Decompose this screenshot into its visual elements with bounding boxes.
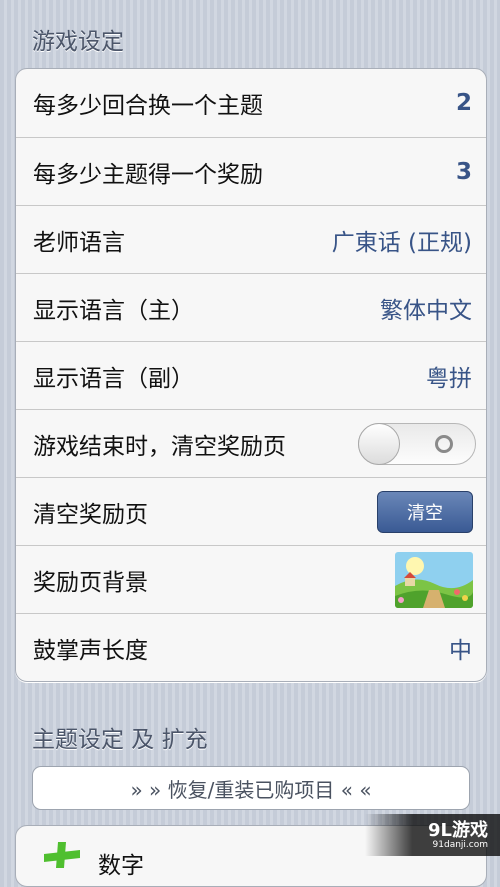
display-language-primary-row[interactable]: 显示语言（主） 繁体中文: [16, 273, 486, 341]
row-value: 繁体中文: [380, 297, 472, 324]
game-settings-group: 每多少回合换一个主题 2 每多少主题得一个奖励 3 老师语言 广東话 (正规) …: [15, 68, 487, 682]
watermark-logo: 9L游戏: [428, 820, 488, 841]
row-value: 广東话 (正规): [331, 229, 472, 256]
row-label: 奖励页背景: [33, 569, 148, 596]
restore-purchases-button[interactable]: » » 恢复/重装已购项目 « «: [32, 766, 470, 810]
clear-rewards-toggle[interactable]: [358, 422, 476, 465]
row-label: 鼓掌声长度: [33, 637, 148, 664]
row-label: 清空奖励页: [33, 501, 148, 528]
game-settings-title: 游戏设定: [32, 29, 124, 55]
rounds-per-topic-row[interactable]: 每多少回合换一个主题 2: [16, 69, 486, 137]
number-topic-icon: [44, 842, 80, 868]
reward-background-thumbnail[interactable]: [395, 551, 473, 608]
row-value: 2: [455, 90, 472, 116]
toggle-off-indicator-icon: [435, 434, 453, 453]
topic-settings-title: 主题设定 及 扩充: [32, 727, 208, 753]
clear-button[interactable]: 清空: [377, 490, 473, 533]
row-label: 每多少回合换一个主题: [33, 93, 263, 119]
reward-background-row[interactable]: 奖励页背景: [16, 545, 486, 613]
row-label: 显示语言（副）: [33, 365, 194, 392]
row-value: 中: [449, 637, 472, 664]
landscape-thumbnail-icon: [395, 551, 473, 608]
site-watermark: 9L游戏 91danji.com: [365, 814, 500, 856]
row-label: 老师语言: [33, 229, 125, 256]
row-label: 显示语言（主）: [33, 297, 194, 324]
toggle-knob[interactable]: [358, 422, 400, 465]
row-value: 3: [455, 158, 472, 185]
display-language-secondary-row[interactable]: 显示语言（副） 粤拼: [16, 341, 486, 409]
row-label: 游戏结束时，清空奖励页: [33, 433, 286, 460]
row-value: 粤拼: [426, 365, 472, 392]
topic-item-label: 数字: [98, 853, 144, 879]
teacher-language-row[interactable]: 老师语言 广東话 (正规): [16, 205, 486, 273]
watermark-url: 91danji.com: [432, 840, 488, 850]
applause-length-row[interactable]: 鼓掌声长度 中: [16, 613, 486, 681]
clear-rewards-row: 清空奖励页 清空: [16, 477, 486, 545]
topics-per-reward-row[interactable]: 每多少主题得一个奖励 3: [16, 137, 486, 205]
row-label: 每多少主题得一个奖励: [33, 161, 263, 188]
clear-rewards-on-end-row: 游戏结束时，清空奖励页: [16, 409, 486, 477]
